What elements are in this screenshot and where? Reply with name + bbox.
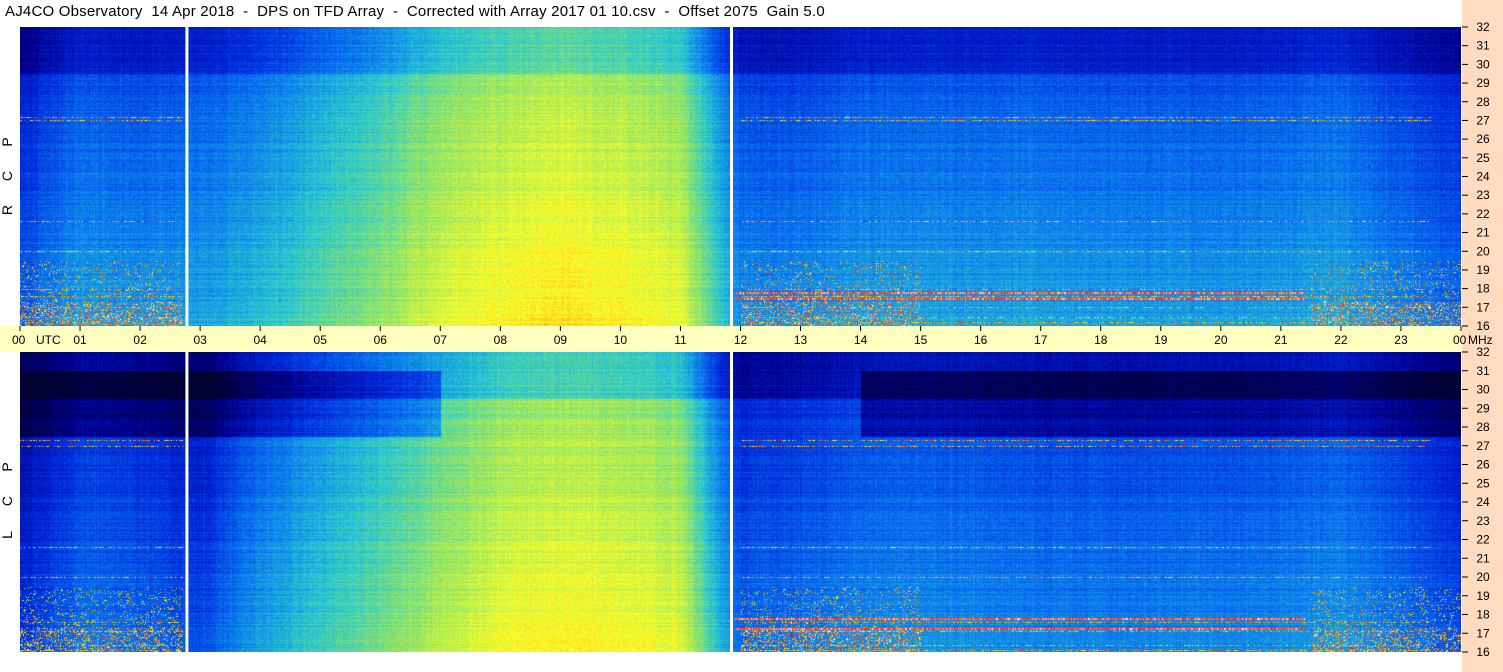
frequency-tick-label: 31 [1476,364,1490,378]
lcp-spectrogram-heatmap [20,352,1461,652]
time-tick-label: 23 [1394,333,1408,347]
frequency-tick-label: 22 [1476,207,1490,221]
time-tick-label: 09 [554,333,568,347]
time-tick-label: 15 [914,333,928,347]
time-tick-label: 00 [12,333,26,347]
time-tick-label: 07 [434,333,448,347]
polarization-letter: C [0,171,15,181]
frequency-tick-label: 25 [1476,476,1490,490]
time-tick-label: 00 [1453,333,1467,347]
frequency-tick-label: 21 [1476,226,1490,240]
polarization-letter: P [0,462,15,471]
polarization-letter: R [0,205,15,215]
frequency-tick-label: 18 [1476,608,1490,622]
data-gap-line [185,352,189,652]
data-gap-line [729,27,733,326]
rcp-spectrogram-heatmap [20,27,1461,326]
polarization-letter: C [0,496,15,506]
frequency-tick-label: 26 [1476,132,1490,146]
frequency-tick-label: 21 [1476,551,1490,565]
time-tick-label: 20 [1214,333,1228,347]
frequency-tick-label: 27 [1476,439,1490,453]
frequency-tick-label: 29 [1476,401,1490,415]
frequency-tick-label: 16 [1476,645,1490,659]
time-tick-label: 18 [1094,333,1108,347]
frequency-tick-label: 23 [1476,188,1490,202]
polarization-letter: P [0,137,15,146]
frequency-tick-label: 24 [1476,170,1490,184]
time-tick-label: 16 [974,333,988,347]
spectrogram-chart: 00 01 02 03 04 05 06 07 08 09 10 11 12 13 14 15 16 17 18 19… [0,0,1503,672]
frequency-tick-label: 17 [1476,626,1490,640]
frequency-tick-label: 30 [1476,57,1490,71]
frequency-tick-label: 19 [1476,263,1490,277]
time-tick-label: 21 [1274,333,1288,347]
frequency-tick-label: 18 [1476,282,1490,296]
frequency-tick-label: 19 [1476,589,1490,603]
time-tick-label: 10 [614,333,628,347]
time-tick-label: 03 [193,333,207,347]
time-tick-label: 22 [1334,333,1348,347]
time-tick-label: 19 [1154,333,1168,347]
frequency-tick-label: 22 [1476,533,1490,547]
frequency-tick-label: 28 [1476,95,1490,109]
time-unit-label: UTC [36,333,61,347]
frequency-tick-label: 17 [1476,300,1490,314]
time-tick-label: 11 [674,333,687,347]
time-tick-label: 17 [1034,333,1048,347]
frequency-tick-label: 16 [1476,319,1490,333]
frequency-tick-label: 23 [1476,514,1490,528]
polarization-letter: L [0,531,15,539]
time-tick-label: 01 [73,333,87,347]
time-tick-label: 13 [794,333,808,347]
frequency-tick-label: 20 [1476,244,1490,258]
frequency-tick-label: 24 [1476,495,1490,509]
data-gap-line [729,352,733,652]
frequency-tick-label: 29 [1476,76,1490,90]
data-gap-line [185,27,189,326]
frequency-tick-label: 25 [1476,151,1490,165]
time-tick-label: 05 [314,333,328,347]
frequency-tick-label: 31 [1476,39,1490,53]
frequency-tick-label: 20 [1476,570,1490,584]
frequency-tick-label: 32 [1476,20,1490,34]
time-tick-label: 08 [494,333,508,347]
frequency-tick-label: 27 [1476,113,1490,127]
time-tick-label: 02 [133,333,147,347]
time-tick-label: 04 [253,333,267,347]
frequency-tick-label: 30 [1476,383,1490,397]
time-tick-label: 06 [374,333,388,347]
time-tick-label: 14 [854,333,868,347]
frequency-tick-label: 32 [1476,345,1490,359]
frequency-tick-label: 26 [1476,458,1490,472]
time-tick-label: 12 [734,333,748,347]
frequency-tick-label: 28 [1476,420,1490,434]
